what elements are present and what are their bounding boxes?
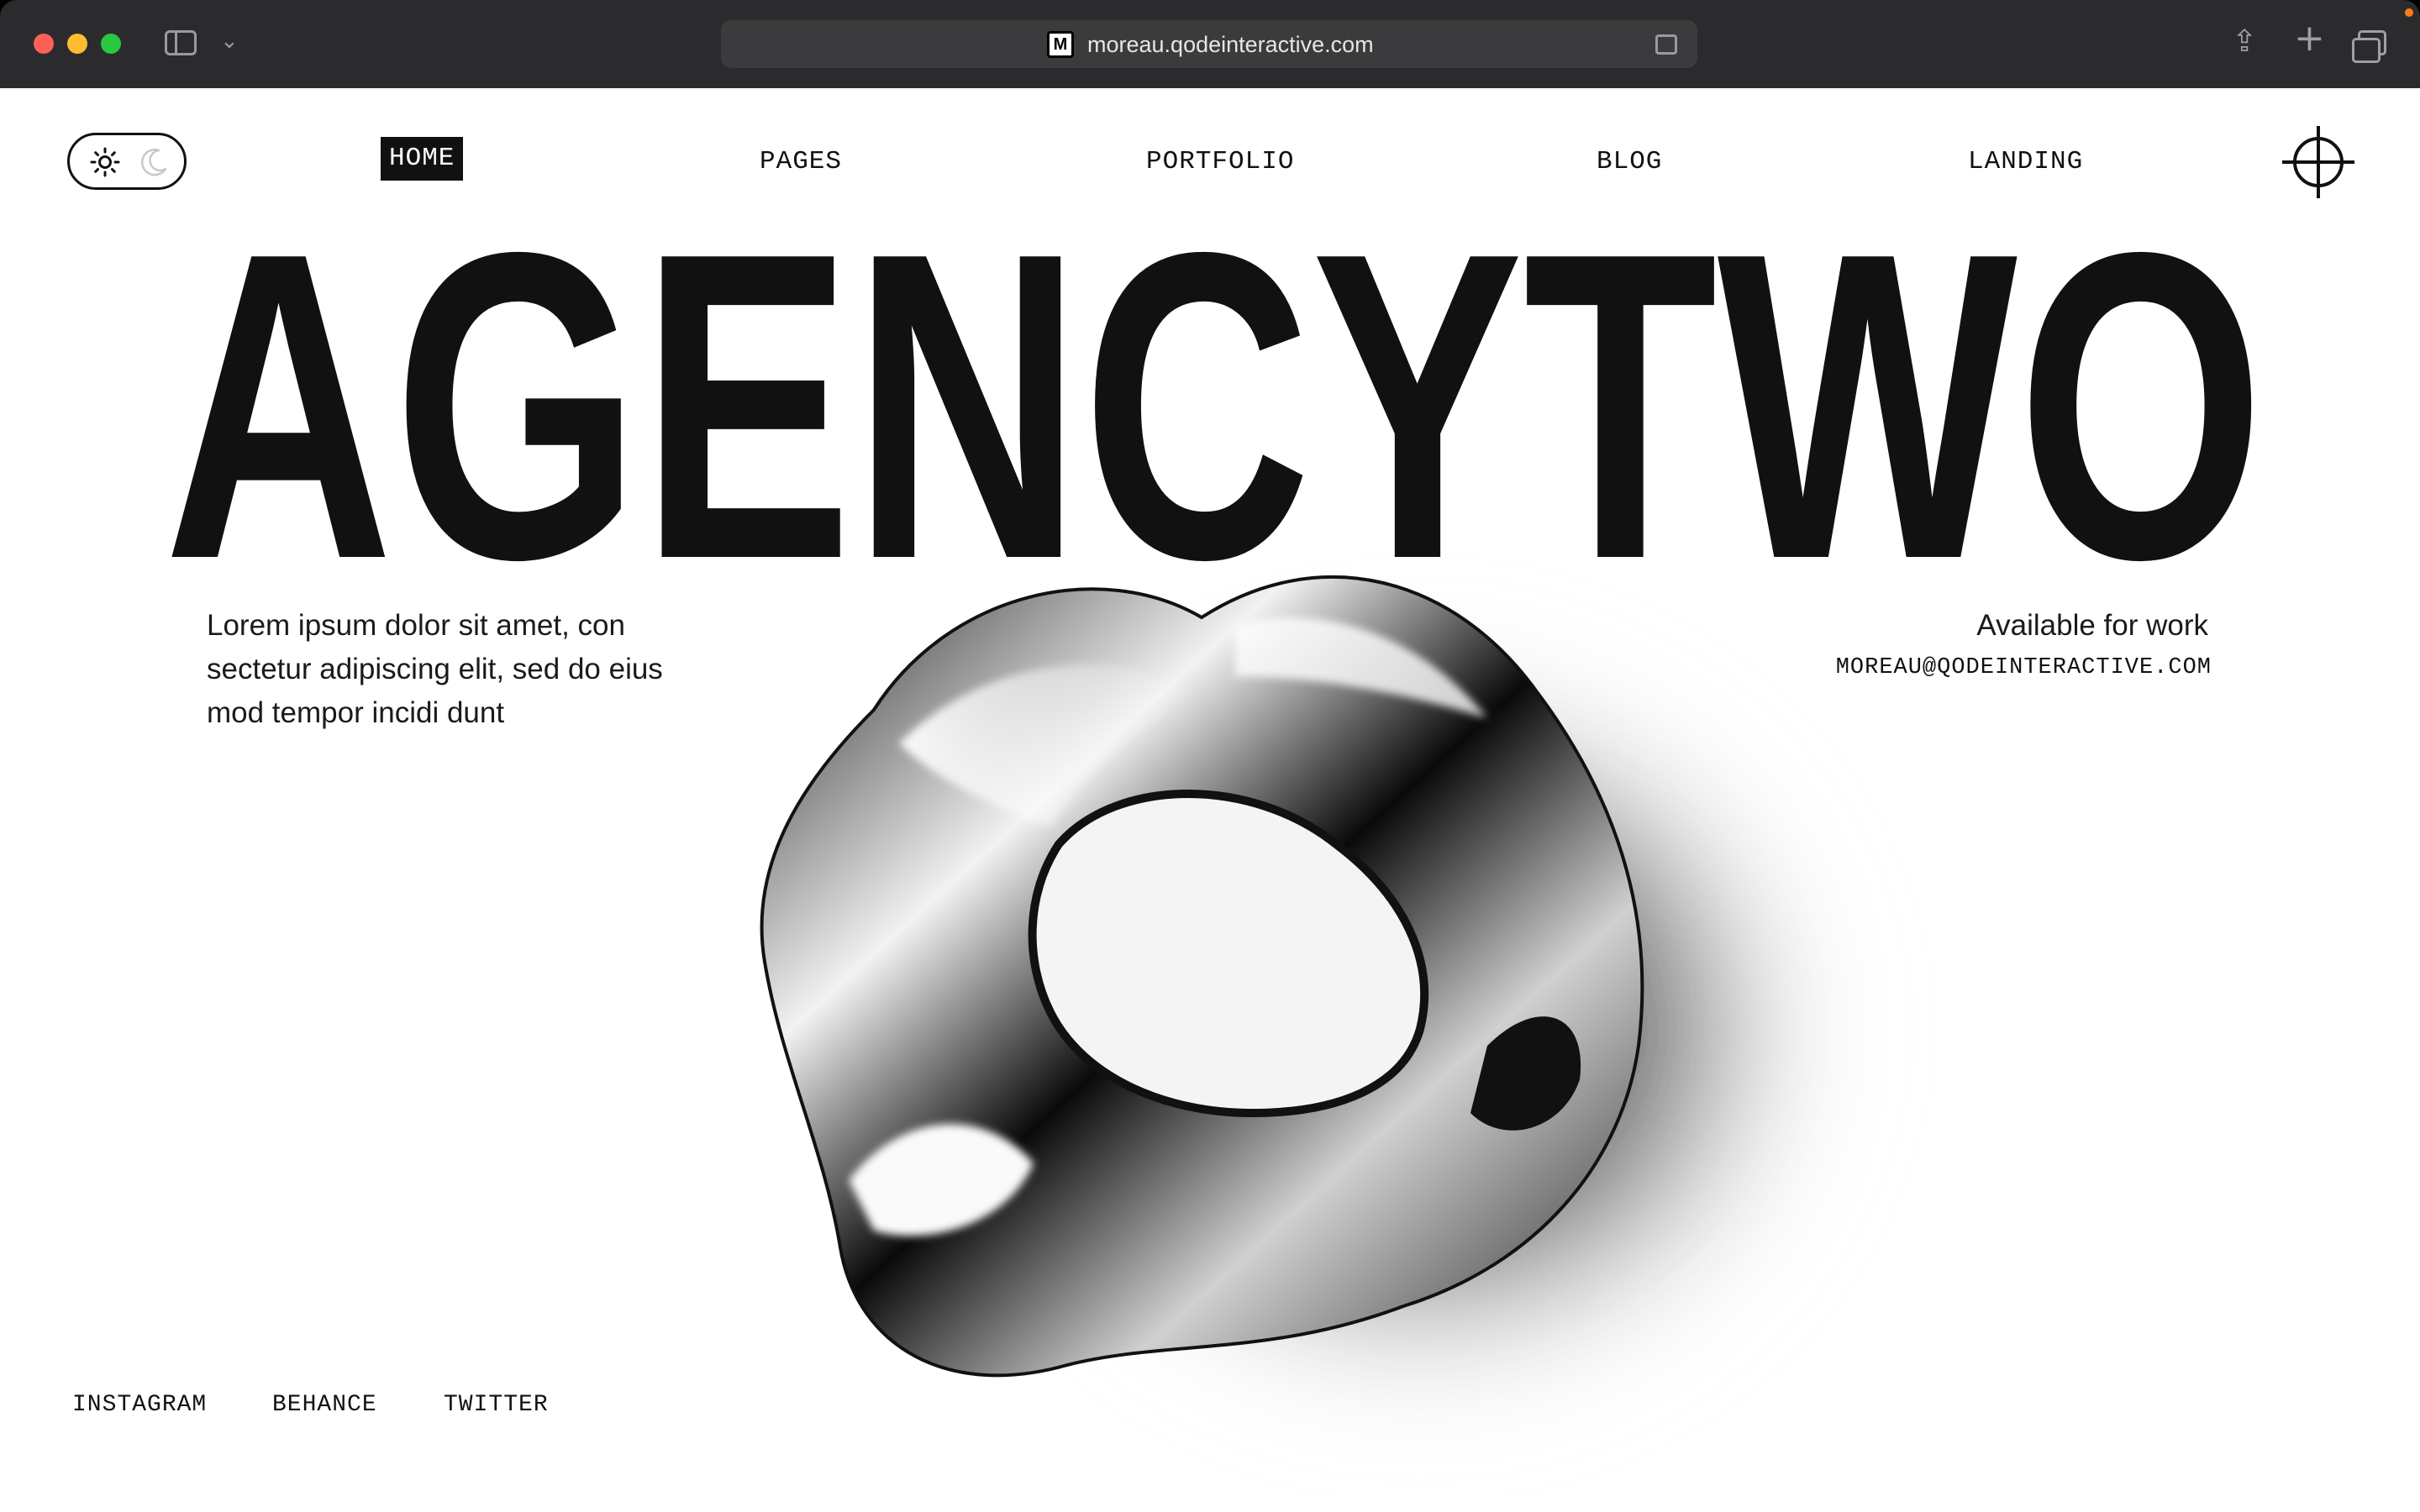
reader-icon[interactable] (1655, 34, 1677, 55)
availability-text: Available for work (1976, 609, 2208, 642)
crosshair-icon[interactable] (2281, 124, 2356, 200)
hero-title-text: AGENCYTWO (164, 214, 2265, 567)
moon-icon[interactable] (139, 147, 169, 177)
notification-dot (2405, 8, 2413, 17)
hero-intro-text: Lorem ipsum dolor sit amet, con sectetur… (207, 609, 663, 729)
nav-blog[interactable]: BLOG (1588, 142, 1670, 182)
nav-landing[interactable]: LANDING (1960, 142, 2091, 182)
site-favicon: M (1047, 31, 1074, 58)
hero-title: AGENCYTWO (164, 214, 2265, 567)
minimize-window-button[interactable] (67, 34, 87, 54)
contact-email-link[interactable]: MOREAU@QODEINTERACTIVE.COM (1836, 651, 2212, 685)
sidebar-icon[interactable] (165, 30, 197, 55)
social-twitter-link[interactable]: TWITTER (444, 1389, 549, 1422)
share-icon[interactable]: ⇪ (2232, 25, 2257, 59)
url-text[interactable]: moreau.qodeinteractive.com (1087, 30, 1374, 59)
social-instagram-link[interactable]: INSTAGRAM (72, 1389, 207, 1422)
browser-toolbar: ⌄ M moreau.qodeinteractive.com ⇪ + (0, 0, 2420, 88)
social-behance-link[interactable]: BEHANCE (272, 1389, 377, 1422)
nav-home[interactable]: HOME (381, 137, 464, 181)
theme-toggle[interactable] (67, 133, 187, 190)
nav-portfolio[interactable]: PORTFOLIO (1138, 142, 1302, 182)
chevron-down-icon[interactable]: ⌄ (220, 30, 239, 52)
plus-icon[interactable]: + (2294, 20, 2325, 57)
address-bar[interactable]: M moreau.qodeinteractive.com (721, 20, 1697, 68)
nav-pages[interactable]: PAGES (751, 142, 850, 182)
web-page: HOME PAGES PORTFOLIO BLOG LANDING AGENCY… (0, 88, 2420, 1512)
sun-icon[interactable] (90, 147, 120, 177)
tabs-overview-icon[interactable] (2352, 30, 2386, 63)
close-window-button[interactable] (34, 34, 54, 54)
chrome-blob-image (760, 575, 1857, 1424)
zoom-window-button[interactable] (101, 34, 121, 54)
